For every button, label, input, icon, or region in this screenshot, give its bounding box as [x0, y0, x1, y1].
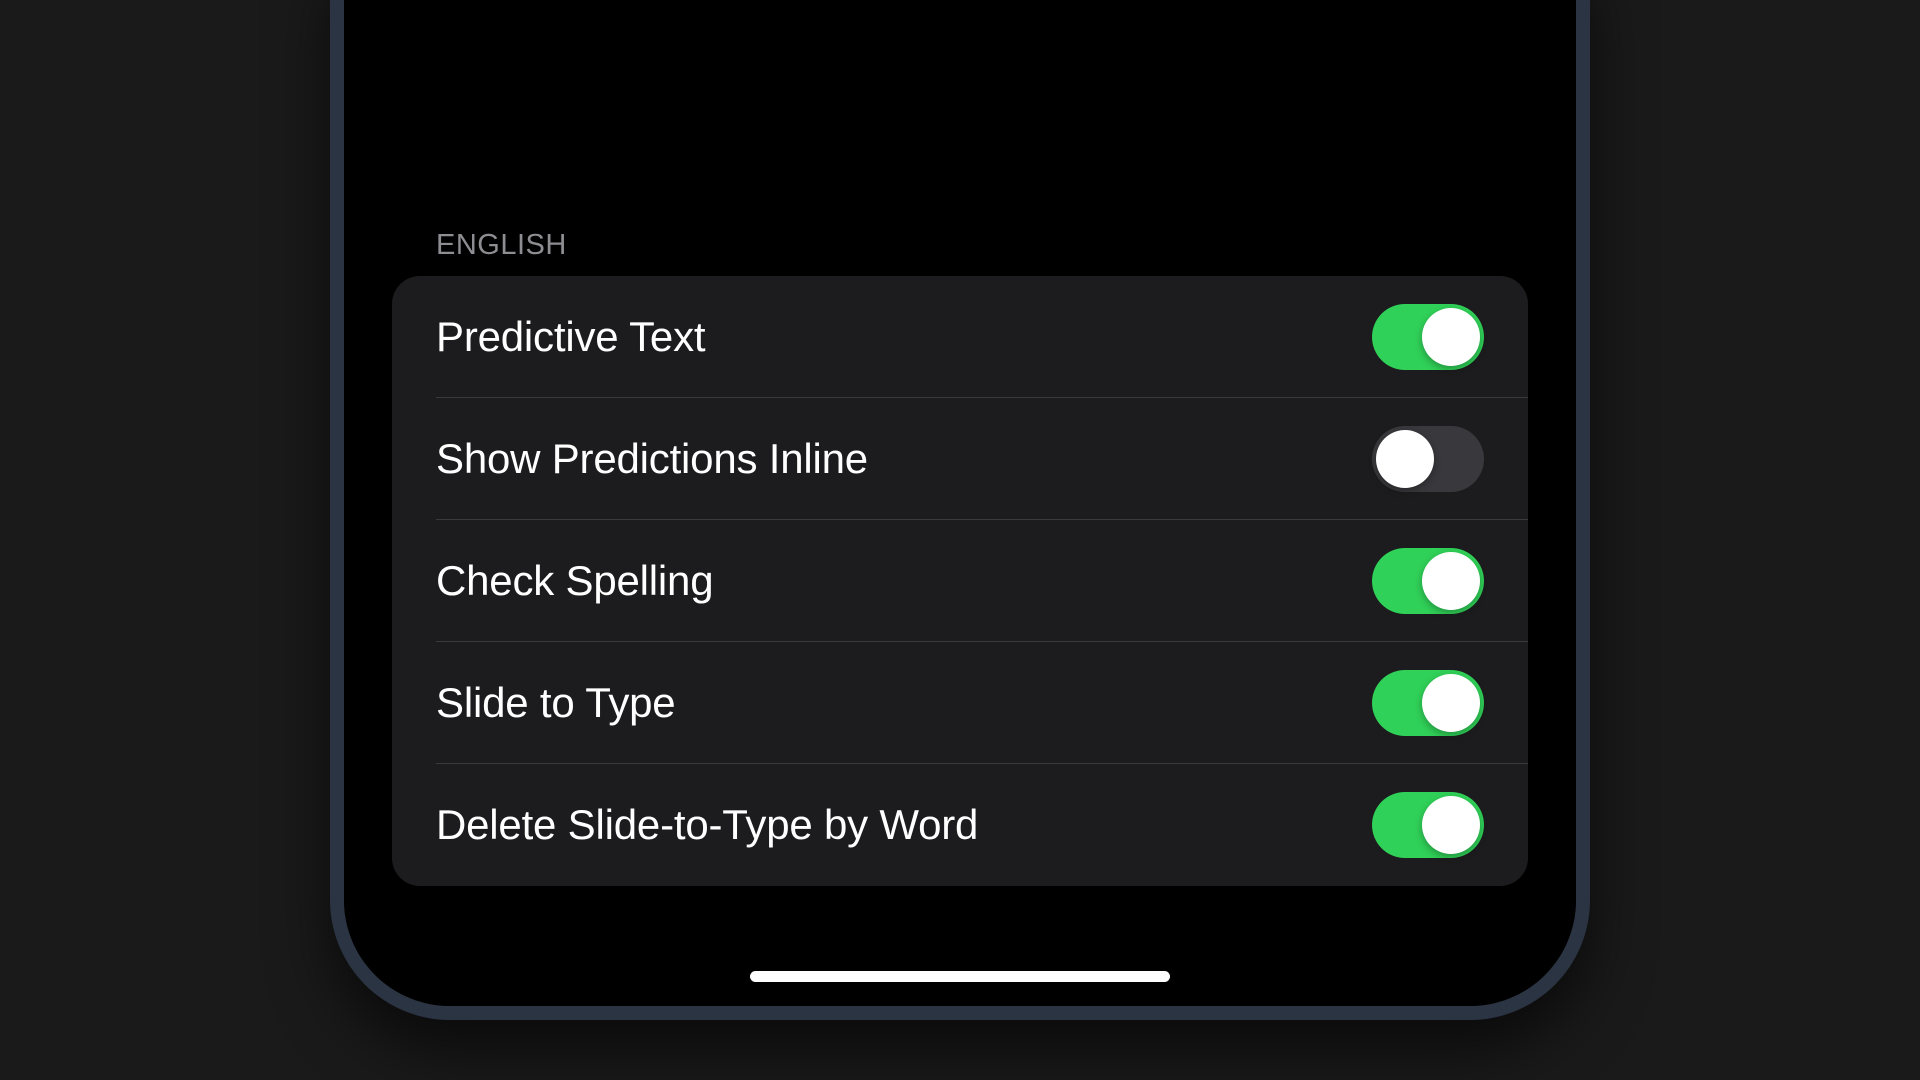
toggle-knob: [1422, 674, 1480, 732]
screen-area: English Predictive Text Show Predictions…: [344, 0, 1576, 1006]
toggle-delete-slide-to-type-by-word[interactable]: [1372, 792, 1484, 858]
toggle-slide-to-type[interactable]: [1372, 670, 1484, 736]
row-show-predictions-inline: Show Predictions Inline: [392, 398, 1528, 520]
label-show-predictions-inline: Show Predictions Inline: [436, 435, 868, 483]
row-predictive-text: Predictive Text: [392, 276, 1528, 398]
toggle-knob: [1422, 796, 1480, 854]
section-header-english: English: [392, 229, 1528, 276]
label-delete-slide-to-type-by-word: Delete Slide-to-Type by Word: [436, 801, 978, 849]
toggle-knob: [1376, 430, 1434, 488]
toggle-knob: [1422, 552, 1480, 610]
toggle-knob: [1422, 308, 1480, 366]
label-slide-to-type: Slide to Type: [436, 679, 675, 727]
home-indicator[interactable]: [750, 971, 1170, 982]
toggle-check-spelling[interactable]: [1372, 548, 1484, 614]
phone-device-frame: English Predictive Text Show Predictions…: [330, 0, 1590, 1020]
toggle-predictive-text[interactable]: [1372, 304, 1484, 370]
toggle-show-predictions-inline[interactable]: [1372, 426, 1484, 492]
label-predictive-text: Predictive Text: [436, 313, 705, 361]
settings-group-english: Predictive Text Show Predictions Inline …: [392, 276, 1528, 886]
settings-content: English Predictive Text Show Predictions…: [392, 0, 1528, 936]
label-check-spelling: Check Spelling: [436, 557, 713, 605]
row-delete-slide-to-type-by-word: Delete Slide-to-Type by Word: [392, 764, 1528, 886]
row-check-spelling: Check Spelling: [392, 520, 1528, 642]
row-slide-to-type: Slide to Type: [392, 642, 1528, 764]
